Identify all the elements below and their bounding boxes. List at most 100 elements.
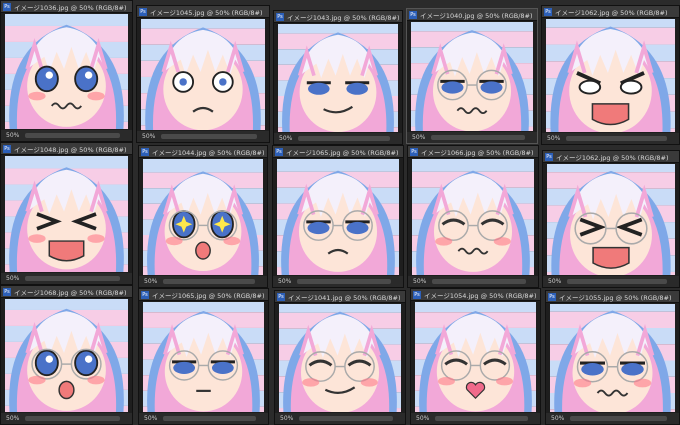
image-canvas[interactable] — [279, 304, 401, 412]
document-window[interactable]: Ps イメージ1036.jpg @ 50% (RGB/8#) 50% — [0, 0, 133, 142]
image-canvas[interactable] — [277, 159, 399, 275]
horizontal-scrollbar[interactable] — [161, 134, 257, 139]
document-tab[interactable]: Ps イメージ1044.jpg @ 50% (RGB/8#) — [139, 146, 267, 158]
document-icon: Ps — [141, 147, 149, 156]
document-title: イメージ1066.jpg @ 50% (RGB/8#) — [421, 148, 534, 157]
document-tab[interactable]: Ps イメージ1055.jpg @ 50% (RGB/8#) — [546, 291, 679, 303]
document-title: イメージ1048.jpg @ 50% (RGB/8#) — [14, 145, 127, 154]
image-canvas[interactable] — [546, 19, 675, 132]
document-tab[interactable]: Ps イメージ1066.jpg @ 50% (RGB/8#) — [408, 146, 538, 158]
status-bar: 50% — [407, 132, 537, 143]
horizontal-scrollbar[interactable] — [163, 416, 256, 421]
document-window[interactable]: Ps イメージ1068.jpg @ 50% (RGB/8#) 50% — [0, 285, 133, 425]
document-window[interactable]: Ps イメージ1045.jpg @ 50% (RGB/8#) 50% — [136, 5, 270, 143]
document-window[interactable]: Ps イメージ1055.jpg @ 50% (RGB/8#) 50% — [545, 290, 680, 425]
image-canvas[interactable] — [412, 159, 534, 275]
document-icon: Ps — [139, 7, 147, 16]
image-canvas[interactable] — [141, 19, 265, 130]
document-window[interactable]: Ps イメージ1041.jpg @ 50% (RGB/8#) 50% — [274, 290, 406, 425]
image-canvas[interactable] — [411, 22, 533, 131]
document-tab[interactable]: Ps イメージ1062.jpg @ 50% (RGB/8#) — [543, 151, 679, 163]
document-window[interactable]: Ps イメージ1054.jpg @ 50% (RGB/8#) 50% — [410, 288, 541, 425]
image-canvas[interactable] — [278, 24, 398, 132]
character-illustration — [278, 24, 398, 132]
horizontal-scrollbar[interactable] — [566, 136, 667, 141]
horizontal-scrollbar[interactable] — [432, 279, 526, 284]
image-canvas[interactable] — [5, 14, 128, 129]
document-icon: Ps — [275, 147, 283, 156]
image-canvas[interactable] — [5, 299, 128, 412]
zoom-level[interactable]: 50% — [6, 132, 19, 139]
zoom-level[interactable]: 50% — [548, 278, 561, 285]
document-window[interactable]: Ps イメージ1043.jpg @ 50% (RGB/8#) 50% — [273, 10, 403, 145]
character-illustration — [279, 304, 401, 412]
zoom-level[interactable]: 50% — [144, 415, 157, 422]
zoom-level[interactable]: 50% — [6, 415, 19, 422]
horizontal-scrollbar[interactable] — [25, 133, 120, 138]
document-tab[interactable]: Ps イメージ1048.jpg @ 50% (RGB/8#) — [1, 143, 132, 155]
document-tab[interactable]: Ps イメージ1065.jpg @ 50% (RGB/8#) — [139, 289, 268, 301]
document-title: イメージ1045.jpg @ 50% (RGB/8#) — [150, 8, 263, 17]
document-window[interactable]: Ps イメージ1065.jpg @ 50% (RGB/8#) 50% — [138, 288, 269, 425]
horizontal-scrollbar[interactable] — [431, 135, 525, 140]
status-bar: 50% — [408, 276, 538, 287]
document-tab[interactable]: Ps イメージ1068.jpg @ 50% (RGB/8#) — [1, 286, 132, 298]
document-tab[interactable]: Ps イメージ1040.jpg @ 50% (RGB/8#) — [407, 9, 537, 21]
document-window[interactable]: Ps イメージ1048.jpg @ 50% (RGB/8#) 50% — [0, 142, 133, 285]
zoom-level[interactable]: 50% — [144, 278, 157, 285]
document-tab[interactable]: Ps イメージ1043.jpg @ 50% (RGB/8#) — [274, 11, 402, 23]
document-icon: Ps — [409, 10, 417, 19]
horizontal-scrollbar[interactable] — [163, 279, 255, 284]
document-title: イメージ1044.jpg @ 50% (RGB/8#) — [152, 148, 265, 157]
horizontal-scrollbar[interactable] — [25, 416, 120, 421]
document-tab[interactable]: Ps イメージ1045.jpg @ 50% (RGB/8#) — [137, 6, 269, 18]
document-window[interactable]: Ps イメージ1062.jpg @ 50% (RGB/8#) 50% — [542, 150, 680, 288]
horizontal-scrollbar[interactable] — [298, 136, 390, 141]
zoom-level[interactable]: 50% — [6, 275, 19, 282]
document-window[interactable]: Ps イメージ1044.jpg @ 50% (RGB/8#) 50% — [138, 145, 268, 288]
document-icon: Ps — [545, 152, 553, 161]
document-title: イメージ1043.jpg @ 50% (RGB/8#) — [287, 13, 400, 22]
document-icon: Ps — [3, 2, 11, 11]
document-title: イメージ1065.jpg @ 50% (RGB/8#) — [152, 291, 265, 300]
image-canvas[interactable] — [143, 159, 263, 275]
horizontal-scrollbar[interactable] — [570, 416, 667, 421]
document-title: イメージ1068.jpg @ 50% (RGB/8#) — [14, 288, 127, 297]
document-title: イメージ1040.jpg @ 50% (RGB/8#) — [420, 11, 533, 20]
document-window[interactable]: Ps イメージ1040.jpg @ 50% (RGB/8#) 50% — [406, 8, 538, 144]
document-tab[interactable]: Ps イメージ1036.jpg @ 50% (RGB/8#) — [1, 1, 132, 13]
horizontal-scrollbar[interactable] — [25, 276, 120, 281]
document-tab[interactable]: Ps イメージ1062.jpg @ 50% (RGB/8#) — [542, 6, 679, 18]
document-tab[interactable]: Ps イメージ1065.jpg @ 50% (RGB/8#) — [273, 146, 403, 158]
image-canvas[interactable] — [547, 164, 675, 275]
document-tab[interactable]: Ps イメージ1041.jpg @ 50% (RGB/8#) — [275, 291, 405, 303]
zoom-level[interactable]: 50% — [551, 415, 564, 422]
document-window[interactable]: Ps イメージ1062.jpg @ 50% (RGB/8#) 50% — [541, 5, 680, 145]
image-canvas[interactable] — [550, 304, 675, 412]
document-icon: Ps — [276, 12, 284, 21]
image-canvas[interactable] — [415, 302, 536, 412]
zoom-level[interactable]: 50% — [547, 135, 560, 142]
zoom-level[interactable]: 50% — [142, 133, 155, 140]
status-bar: 50% — [273, 276, 403, 287]
zoom-level[interactable]: 50% — [413, 278, 426, 285]
document-window[interactable]: Ps イメージ1066.jpg @ 50% (RGB/8#) 50% — [407, 145, 539, 288]
zoom-level[interactable]: 50% — [412, 134, 425, 141]
image-canvas[interactable] — [143, 302, 264, 412]
document-icon: Ps — [3, 144, 11, 153]
document-window[interactable]: Ps イメージ1065.jpg @ 50% (RGB/8#) 50% — [272, 145, 404, 288]
zoom-level[interactable]: 50% — [416, 415, 429, 422]
zoom-level[interactable]: 50% — [279, 135, 292, 142]
status-bar: 50% — [1, 273, 132, 284]
zoom-level[interactable]: 50% — [278, 278, 291, 285]
image-canvas[interactable] — [5, 156, 128, 272]
horizontal-scrollbar[interactable] — [299, 416, 393, 421]
document-tab[interactable]: Ps イメージ1054.jpg @ 50% (RGB/8#) — [411, 289, 540, 301]
zoom-level[interactable]: 50% — [280, 415, 293, 422]
horizontal-scrollbar[interactable] — [435, 416, 528, 421]
horizontal-scrollbar[interactable] — [567, 279, 667, 284]
horizontal-scrollbar[interactable] — [297, 279, 391, 284]
document-icon: Ps — [141, 290, 149, 299]
document-icon: Ps — [277, 292, 285, 301]
status-bar: 50% — [137, 131, 269, 142]
